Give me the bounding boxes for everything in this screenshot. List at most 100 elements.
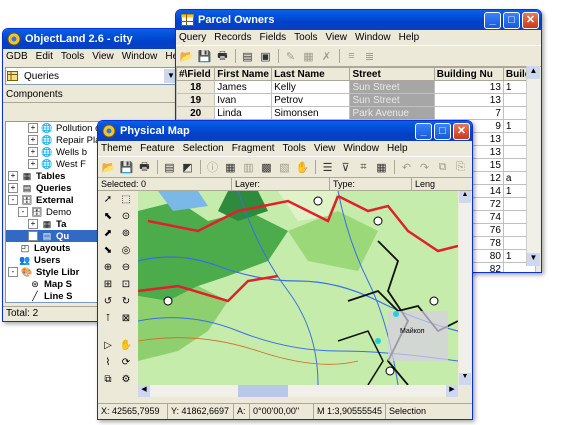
objectland-titlebar[interactable]: ObjectLand 2.6 - city	[3, 29, 181, 49]
scroll-right-icon[interactable]: ▶	[446, 385, 458, 397]
print-icon[interactable]: 🖶	[214, 48, 231, 64]
close-button[interactable]: ✕	[522, 11, 539, 29]
table-row[interactable]: 20 Linda Simonsen Park Avenue 7	[176, 106, 536, 120]
column-header[interactable]: First Name	[214, 67, 273, 81]
pan-hand-icon[interactable]: ✋	[118, 338, 134, 353]
poly-select-icon[interactable]: ⬊	[100, 243, 116, 258]
menu-view[interactable]: View	[314, 143, 336, 154]
menu-window[interactable]: Window	[355, 32, 391, 43]
table-row[interactable]: 18 James Kelly Sun Street 13 1	[176, 80, 536, 94]
menu-query[interactable]: Query	[179, 32, 206, 43]
radius-select-icon[interactable]: ⊚	[118, 226, 134, 241]
menu-view[interactable]: View	[326, 32, 348, 43]
map-vscrollbar[interactable]: ▲ ▼	[459, 191, 471, 385]
table-cell[interactable]: 18	[176, 80, 216, 94]
menu-view[interactable]: View	[92, 51, 114, 62]
settings-icon[interactable]: ⚙	[118, 372, 134, 387]
menu-window[interactable]: Window	[343, 143, 379, 154]
layers-icon[interactable]: ◩	[179, 159, 196, 175]
ruler-icon[interactable]: ⊺	[100, 311, 116, 326]
table-cell[interactable]: 19	[176, 93, 216, 107]
grid-icon[interactable]: ▦	[373, 159, 390, 175]
menu-edit[interactable]: Edit	[36, 51, 53, 62]
vertical-scrollbar[interactable]: ▲ ▼	[526, 66, 540, 266]
sort-icon[interactable]: ≡	[343, 48, 360, 64]
pointer-icon[interactable]: ▷	[100, 338, 116, 353]
collapse-icon[interactable]: -	[8, 195, 18, 205]
table-cell[interactable]: Park Avenue	[349, 106, 435, 120]
table-cell[interactable]: 13	[433, 93, 504, 107]
expand-icon[interactable]: +	[8, 183, 18, 193]
scroll-left-icon[interactable]: ◀	[138, 385, 150, 397]
minimize-button[interactable]: _	[415, 122, 432, 140]
rotate-left-icon[interactable]: ↺	[100, 294, 116, 309]
zoom-fit-icon[interactable]: ⊡	[118, 277, 134, 292]
zoom-out-icon[interactable]: ⊖	[118, 260, 134, 275]
scroll-down-icon[interactable]: ▼	[527, 253, 540, 266]
arrow-select-icon[interactable]: ➚	[100, 192, 116, 207]
print-icon[interactable]: 🖶	[136, 159, 153, 175]
scroll-up-icon[interactable]: ▲	[459, 191, 471, 203]
table-cell[interactable]: Simonsen	[271, 106, 351, 120]
menu-help[interactable]: Help	[399, 32, 420, 43]
filter-icon[interactable]: ≣	[361, 48, 378, 64]
copy-icon[interactable]: ⧉	[434, 159, 451, 175]
edit-icon[interactable]: ✎	[282, 48, 299, 64]
expand-icon[interactable]: +	[28, 135, 38, 145]
menu-tools[interactable]: Tools	[283, 143, 306, 154]
expand-icon[interactable]: +	[28, 159, 38, 169]
menu-fragment[interactable]: Fragment	[232, 143, 275, 154]
map-icon[interactable]: ▣	[257, 48, 274, 64]
column-header[interactable]: Building Nu	[433, 67, 504, 81]
table-icon[interactable]: ▦	[222, 159, 239, 175]
collapse-icon[interactable]: -	[8, 267, 18, 277]
table-cell[interactable]: Linda	[214, 106, 273, 120]
menu-selection[interactable]: Selection	[183, 143, 224, 154]
menu-feature[interactable]: Feature	[140, 143, 174, 154]
table-cell[interactable]: 13	[433, 80, 504, 94]
highlight-icon[interactable]: ▩	[258, 159, 275, 175]
expand-icon[interactable]: +	[28, 123, 38, 133]
properties-icon[interactable]: ▤	[239, 48, 256, 64]
expand-icon[interactable]: +	[28, 219, 38, 229]
collapse-icon[interactable]: -	[18, 207, 28, 217]
undo-icon[interactable]: ↶	[398, 159, 415, 175]
filter-icon[interactable]: ▧	[276, 159, 293, 175]
line-select-icon[interactable]: ⬈	[100, 226, 116, 241]
physical-map-graphic[interactable]: Майкоп	[138, 191, 458, 385]
query-icon[interactable]: ⌗	[355, 159, 372, 175]
menu-fields[interactable]: Fields	[259, 32, 286, 43]
rect-select-icon[interactable]: ⬚	[118, 192, 134, 207]
table-cell[interactable]: Ivan	[214, 93, 273, 107]
map-canvas[interactable]: Майкоп	[138, 191, 458, 385]
scroll-down-icon[interactable]: ▼	[459, 373, 471, 385]
menu-help[interactable]: Help	[387, 143, 408, 154]
table-cell[interactable]: Petrov	[271, 93, 351, 107]
delete-icon[interactable]: ✗	[318, 48, 335, 64]
menu-records[interactable]: Records	[214, 32, 251, 43]
info-icon[interactable]: ⓘ	[204, 159, 221, 175]
column-header[interactable]: #\Field	[176, 67, 216, 81]
menu-tools[interactable]: Tools	[61, 51, 84, 62]
draw-line-icon[interactable]: ⌇	[100, 355, 116, 370]
save-icon[interactable]: 💾	[118, 159, 135, 175]
maximize-button[interactable]: □	[434, 122, 451, 140]
expand-icon[interactable]: +	[8, 171, 18, 181]
open-icon[interactable]: 📂	[100, 159, 117, 175]
table-row[interactable]: 19 Ivan Petrov Sun Street 13	[176, 93, 536, 107]
close-button[interactable]: ✕	[453, 122, 470, 140]
zoom-box-icon[interactable]: ⊞	[100, 277, 116, 292]
maximize-button[interactable]: □	[503, 11, 520, 29]
expand-icon[interactable]: +	[28, 147, 38, 157]
menu-gdb[interactable]: GDB	[6, 51, 28, 62]
region-select-icon[interactable]: ◎	[118, 243, 134, 258]
refresh-icon[interactable]: ⟳	[118, 355, 134, 370]
open-icon[interactable]: 📂	[178, 48, 195, 64]
measure-icon[interactable]: ⊠	[118, 311, 134, 326]
select-table-icon[interactable]: ▥	[240, 159, 257, 175]
table-cell[interactable]: Sun Street	[349, 80, 435, 94]
table-cell[interactable]: Kelly	[271, 80, 351, 94]
redo-icon[interactable]: ↷	[416, 159, 433, 175]
funnel-icon[interactable]: ⊽	[337, 159, 354, 175]
menu-theme[interactable]: Theme	[101, 143, 132, 154]
